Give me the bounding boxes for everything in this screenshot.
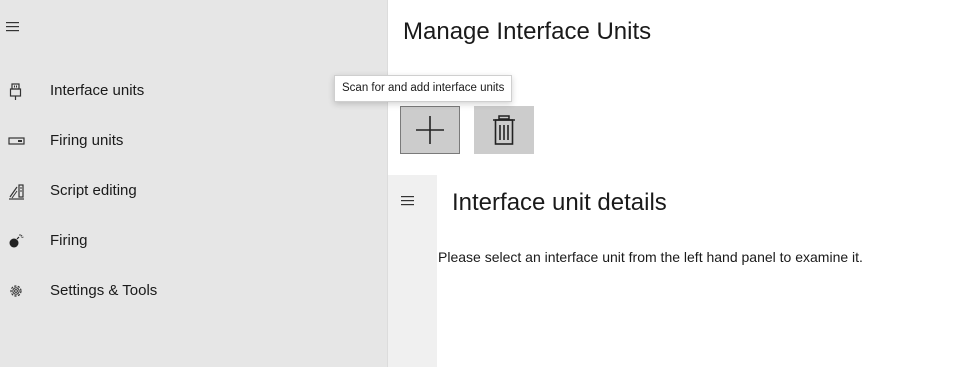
- details-title: Interface unit details: [452, 189, 667, 216]
- nav-item-label: Settings & Tools: [50, 282, 158, 299]
- nav-item-label: Script editing: [50, 182, 137, 199]
- nav-item-settings-tools[interactable]: Settings & Tools: [0, 271, 387, 311]
- delete-interface-unit-button[interactable]: [474, 106, 534, 154]
- add-button-tooltip: Scan for and add interface units: [334, 75, 513, 102]
- details-empty-message: Please select an interface unit from the…: [438, 249, 863, 265]
- firing-unit-icon: [8, 133, 25, 149]
- nav-item-firing[interactable]: Firing: [0, 221, 387, 261]
- nav-item-label: Firing units: [50, 132, 124, 149]
- script-edit-icon: [8, 183, 24, 200]
- hamburger-menu-icon[interactable]: [401, 194, 417, 210]
- app-window: Interface units Firing units Script edit…: [0, 0, 965, 367]
- nav-item-script-editing[interactable]: Script editing: [0, 171, 387, 211]
- page-title: Manage Interface Units: [403, 18, 652, 45]
- add-interface-unit-button[interactable]: [400, 106, 460, 154]
- hamburger-menu-icon[interactable]: [6, 20, 22, 36]
- usb-plug-icon: [8, 83, 24, 100]
- nav-item-firing-units[interactable]: Firing units: [0, 121, 387, 161]
- bomb-icon: [8, 233, 24, 249]
- nav-item-label: Firing: [50, 232, 88, 249]
- navigation-pane: Interface units Firing units Script edit…: [0, 0, 387, 367]
- nav-item-interface-units[interactable]: Interface units: [0, 71, 387, 111]
- gear-icon: [8, 283, 24, 299]
- nav-item-label: Interface units: [50, 82, 145, 99]
